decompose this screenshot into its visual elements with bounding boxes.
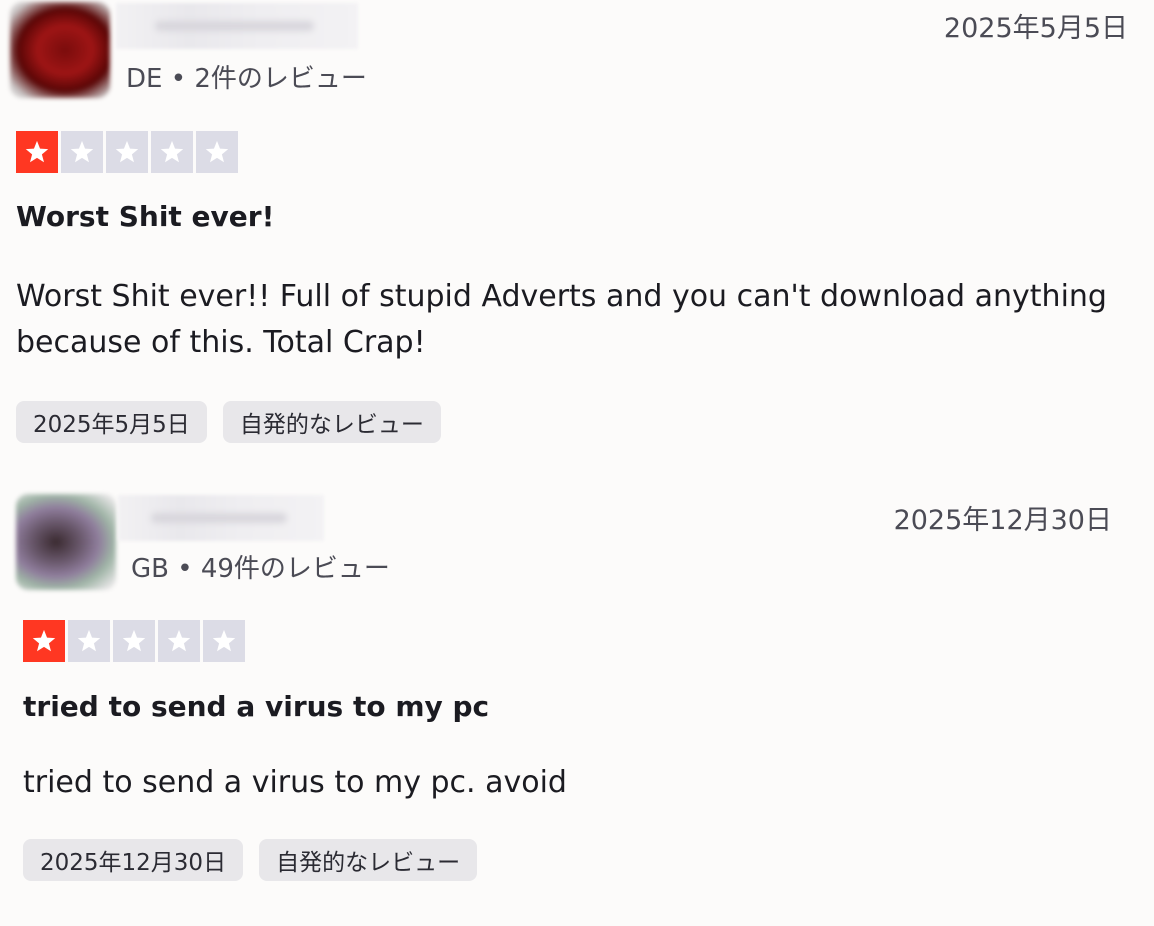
star-icon xyxy=(16,131,58,173)
avatar[interactable] xyxy=(10,2,110,98)
reviewer-meta: GB • 49件のレビュー xyxy=(131,554,390,584)
review-date: 2025年5月5日 xyxy=(943,13,1128,44)
reviewer-name-redacted[interactable] xyxy=(116,3,358,49)
review-date: 2025年12月30日 xyxy=(893,505,1112,536)
review-body: Worst Shit ever!! Full of stupid Adverts… xyxy=(16,279,1107,360)
tag-review-type[interactable]: 自発的なレビュー xyxy=(222,401,441,443)
review-title[interactable]: Worst Shit ever! xyxy=(16,200,274,233)
star-icon xyxy=(203,620,245,662)
star-rating xyxy=(16,131,238,173)
review-card: DE • 2件のレビュー 2025年5月5日 Worst Shit ever! … xyxy=(0,0,1154,470)
star-rating xyxy=(23,620,245,662)
avatar[interactable] xyxy=(16,494,116,590)
tag-date[interactable]: 2025年5月5日 xyxy=(16,401,207,443)
tag-date[interactable]: 2025年12月30日 xyxy=(23,839,244,881)
star-icon xyxy=(106,131,148,173)
review-tags: 2025年5月5日 自発的なレビュー xyxy=(16,401,441,443)
star-icon xyxy=(61,131,103,173)
star-icon xyxy=(23,620,65,662)
star-icon xyxy=(68,620,110,662)
review-tags: 2025年12月30日 自発的なレビュー xyxy=(23,839,478,881)
review-card: GB • 49件のレビュー 2025年12月30日 tried to send … xyxy=(0,490,1154,926)
review-body: tried to send a virus to my pc. avoid xyxy=(23,765,567,800)
star-icon xyxy=(151,131,193,173)
star-icon xyxy=(113,620,155,662)
reviewer-meta: DE • 2件のレビュー xyxy=(126,64,367,94)
star-icon xyxy=(196,131,238,173)
star-icon xyxy=(158,620,200,662)
reviewer-name-redacted[interactable] xyxy=(118,495,324,541)
tag-review-type[interactable]: 自発的なレビュー xyxy=(259,839,478,881)
review-title[interactable]: tried to send a virus to my pc xyxy=(23,690,489,723)
